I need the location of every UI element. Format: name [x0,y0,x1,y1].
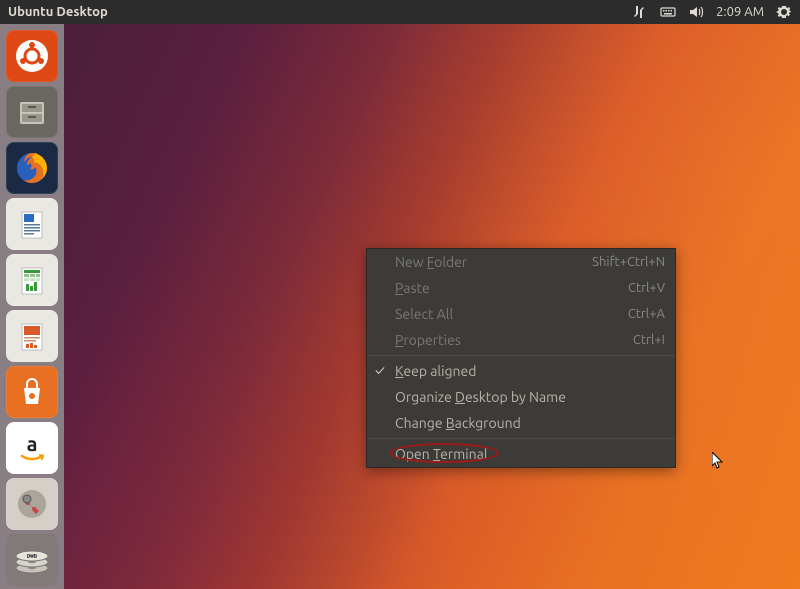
menu-keep-aligned[interactable]: Keep aligned [367,358,675,384]
indicator-area: 2:09 AM [632,4,792,20]
top-menu-bar: Ubuntu Desktop 2:09 AM [0,0,800,24]
window-title: Ubuntu Desktop [8,5,108,19]
launcher-calc[interactable] [6,254,58,306]
shopping-bag-icon [12,372,52,412]
menu-paste[interactable]: Paste Ctrl+V [367,275,675,301]
menu-separator [367,355,675,356]
menu-change-background[interactable]: Change Background [367,410,675,436]
menu-label: Paste [395,280,430,296]
menu-properties[interactable]: Properties Ctrl+I [367,327,675,353]
firefox-icon [12,148,52,188]
ubuntu-logo-icon [12,36,52,76]
spreadsheet-icon [12,260,52,300]
menu-label: Open Terminal [395,446,488,462]
desktop-context-menu: New Folder Shift+Ctrl+N Paste Ctrl+V Sel… [366,248,676,468]
sound-indicator[interactable] [688,4,704,20]
system-menu[interactable] [776,4,792,20]
disc-stack-icon: DVD [12,540,52,580]
launcher-files[interactable] [6,86,58,138]
launcher-settings[interactable] [6,478,58,530]
menu-label: Organize Desktop by Name [395,389,566,405]
settings-wrench-icon [12,484,52,524]
menu-accel: Shift+Ctrl+N [592,255,665,269]
file-cabinet-icon [12,92,52,132]
menu-label: Change Background [395,415,521,431]
menu-open-terminal[interactable]: Open Terminal [367,441,675,467]
menu-label: Properties [395,332,461,348]
sound-icon [688,4,704,20]
keyboard-indicator[interactable] [660,4,676,20]
document-icon [12,204,52,244]
launcher-amazon[interactable]: a [6,422,58,474]
svg-text:a: a [27,432,38,455]
unity-launcher: a DVD [0,24,64,589]
launcher-software[interactable] [6,366,58,418]
clock[interactable]: 2:09 AM [716,5,764,19]
launcher-firefox[interactable] [6,142,58,194]
menu-accel: Ctrl+A [628,307,665,321]
keyboard-icon [660,4,676,20]
menu-separator [367,438,675,439]
menu-new-folder[interactable]: New Folder Shift+Ctrl+N [367,249,675,275]
menu-label: New Folder [395,254,467,270]
launcher-dash[interactable] [6,30,58,82]
gear-icon [776,4,792,20]
svg-text:DVD: DVD [27,553,38,559]
network-icon [632,4,648,20]
launcher-writer[interactable] [6,198,58,250]
menu-label: Keep aligned [395,363,476,379]
presentation-icon [12,316,52,356]
menu-accel: Ctrl+I [633,333,665,347]
menu-label: Select All [395,306,453,322]
menu-select-all[interactable]: Select All Ctrl+A [367,301,675,327]
menu-organize-desktop[interactable]: Organize Desktop by Name [367,384,675,410]
launcher-dvd[interactable]: DVD [6,534,58,586]
amazon-icon: a [12,428,52,468]
launcher-impress[interactable] [6,310,58,362]
network-indicator[interactable] [632,4,648,20]
menu-accel: Ctrl+V [628,281,665,295]
